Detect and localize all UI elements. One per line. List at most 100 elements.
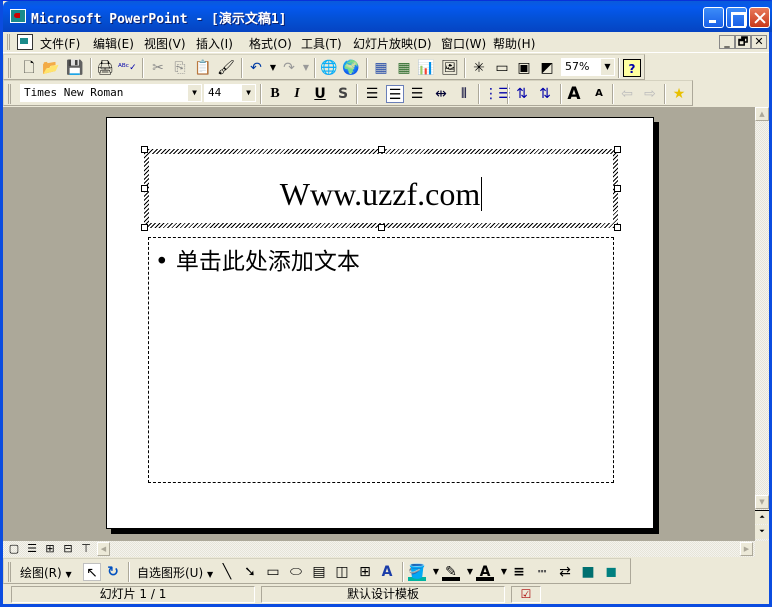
- resize-handle[interactable]: [141, 146, 148, 153]
- resize-handle[interactable]: [378, 224, 385, 231]
- paste-icon[interactable]: 📋: [194, 59, 212, 77]
- slide-sorter-view-icon[interactable]: ⊞: [43, 542, 57, 556]
- chevron-down-icon[interactable]: ▼: [188, 85, 201, 101]
- italic-button[interactable]: I: [288, 85, 306, 103]
- new-icon[interactable]: 🗋: [20, 59, 38, 77]
- resize-handle[interactable]: [614, 146, 621, 153]
- align-left-icon[interactable]: ☰: [363, 85, 381, 103]
- help-icon[interactable]: ?: [623, 59, 641, 77]
- 3d-style-icon[interactable]: ◼: [602, 563, 620, 581]
- open-icon[interactable]: 📂: [42, 59, 60, 77]
- toolbar-grip[interactable]: [8, 84, 11, 104]
- fill-color-icon[interactable]: 🪣: [408, 563, 426, 581]
- resize-handle[interactable]: [141, 224, 148, 231]
- font-combo[interactable]: Times New Roman ▼: [20, 84, 202, 102]
- close-button[interactable]: [749, 7, 770, 28]
- hyperlink-icon[interactable]: 🌐: [320, 59, 338, 77]
- demote-icon[interactable]: ⇨: [641, 85, 659, 103]
- notes-view-icon[interactable]: ⊟: [61, 542, 75, 556]
- zoom-combo[interactable]: 57% ▼: [561, 58, 615, 76]
- format-painter-icon[interactable]: 🖌: [217, 59, 235, 77]
- chevron-down-icon[interactable]: ▼: [601, 59, 614, 75]
- chevron-down-icon[interactable]: ▼: [242, 85, 255, 101]
- outline-view-icon[interactable]: ☰: [25, 542, 39, 556]
- slide-canvas[interactable]: Www.uzzf.com • 单击此处添加文本: [106, 117, 654, 529]
- bullets-icon[interactable]: ⋮☰: [484, 85, 511, 103]
- redo-dropdown-icon[interactable]: ▼: [297, 59, 315, 77]
- vertical-scrollbar[interactable]: ▲ ▼ ⏶ ⏷: [755, 107, 769, 541]
- select-pointer-icon[interactable]: ↖: [83, 563, 101, 581]
- resize-handle[interactable]: [378, 146, 385, 153]
- cut-icon[interactable]: ✂: [149, 59, 167, 77]
- resize-handle[interactable]: [141, 185, 148, 192]
- toolbar-grip[interactable]: [8, 58, 11, 78]
- line-color-icon[interactable]: ✎: [442, 563, 460, 581]
- spelling-status-icon[interactable]: ☑: [511, 586, 541, 603]
- grayscale-icon[interactable]: ◩: [538, 59, 556, 77]
- minimize-button[interactable]: [703, 7, 724, 28]
- scroll-right-button[interactable]: ▶: [740, 542, 753, 556]
- line-icon[interactable]: ╲: [218, 563, 236, 581]
- arrow-icon[interactable]: ➘: [241, 563, 259, 581]
- menu-tools[interactable]: 工具(T): [301, 35, 342, 52]
- save-icon[interactable]: 💾: [66, 59, 84, 77]
- align-center-icon[interactable]: ☰: [386, 85, 404, 103]
- menu-format[interactable]: 格式(O): [249, 35, 292, 52]
- slide-layout-icon[interactable]: ▭: [493, 59, 511, 77]
- dash-style-icon[interactable]: ┅: [533, 563, 551, 581]
- text-box-icon[interactable]: ▤: [310, 563, 328, 581]
- align-right-icon[interactable]: ☰: [408, 85, 426, 103]
- doc-close-button[interactable]: ✕: [751, 35, 767, 49]
- slide-title[interactable]: Www.uzzf.com: [149, 176, 613, 213]
- next-slide-button[interactable]: ⏷: [755, 525, 769, 539]
- menu-view[interactable]: 视图(V): [144, 35, 186, 52]
- wordart-icon[interactable]: ◫: [333, 563, 351, 581]
- scroll-left-button[interactable]: ◀: [97, 542, 110, 556]
- insert-chart-icon[interactable]: 📊: [417, 59, 435, 77]
- insert-clipart-icon[interactable]: 🖼: [441, 59, 459, 77]
- spelling-icon[interactable]: ᴬᴮᶜ✓: [118, 59, 137, 77]
- doc-restore-button[interactable]: 🗗: [735, 35, 751, 49]
- title-placeholder[interactable]: Www.uzzf.com: [144, 149, 618, 228]
- free-rotate-icon[interactable]: ↻: [104, 563, 122, 581]
- bold-button[interactable]: B: [266, 85, 284, 103]
- arrow-style-icon[interactable]: ⇄: [556, 563, 574, 581]
- menu-file[interactable]: 文件(F): [40, 35, 80, 52]
- underline-button[interactable]: U: [311, 85, 329, 103]
- scroll-up-button[interactable]: ▲: [755, 107, 769, 121]
- font-size-combo[interactable]: 44 ▼: [204, 84, 256, 102]
- text-direction-icon[interactable]: ⫴: [455, 85, 473, 103]
- resize-handle[interactable]: [614, 185, 621, 192]
- menu-window[interactable]: 窗口(W): [441, 35, 486, 52]
- web-toolbar-icon[interactable]: 🌍: [342, 59, 360, 77]
- distribute-icon[interactable]: ⇹: [432, 85, 450, 103]
- scroll-down-button[interactable]: ▼: [755, 495, 769, 509]
- body-placeholder[interactable]: • 单击此处添加文本: [148, 237, 614, 483]
- insert-clipart-icon[interactable]: A: [378, 563, 396, 581]
- normal-view-icon[interactable]: ▢: [7, 542, 21, 556]
- previous-slide-button[interactable]: ⏶: [755, 510, 769, 524]
- decrease-paragraph-spacing-icon[interactable]: ⇅: [536, 85, 554, 103]
- shadow-style-icon[interactable]: ■: [579, 563, 597, 581]
- insert-word-table-icon[interactable]: ▦: [372, 59, 390, 77]
- oval-icon[interactable]: ⬭: [287, 563, 305, 581]
- insert-excel-icon[interactable]: ▦: [395, 59, 413, 77]
- increase-paragraph-spacing-icon[interactable]: ⇅: [513, 85, 531, 103]
- promote-icon[interactable]: ⇦: [618, 85, 636, 103]
- decrease-font-size-icon[interactable]: A: [590, 85, 608, 103]
- document-icon[interactable]: [17, 34, 33, 50]
- rectangle-icon[interactable]: ▭: [264, 563, 282, 581]
- font-color-icon[interactable]: A: [476, 563, 494, 581]
- toolbar-grip[interactable]: [7, 34, 10, 50]
- undo-icon[interactable]: ↶: [247, 59, 265, 77]
- increase-font-size-icon[interactable]: A: [565, 85, 583, 103]
- maximize-button[interactable]: [726, 7, 747, 28]
- apply-design-icon[interactable]: ▣: [515, 59, 533, 77]
- menu-slideshow[interactable]: 幻灯片放映(D): [353, 35, 432, 52]
- redo-icon[interactable]: ↷: [280, 59, 298, 77]
- copy-icon[interactable]: ⎘: [171, 59, 189, 77]
- menu-edit[interactable]: 编辑(E): [93, 35, 134, 52]
- print-icon[interactable]: 🖨: [96, 59, 114, 77]
- shadow-button[interactable]: S: [334, 85, 352, 103]
- doc-minimize-button[interactable]: _: [719, 35, 735, 49]
